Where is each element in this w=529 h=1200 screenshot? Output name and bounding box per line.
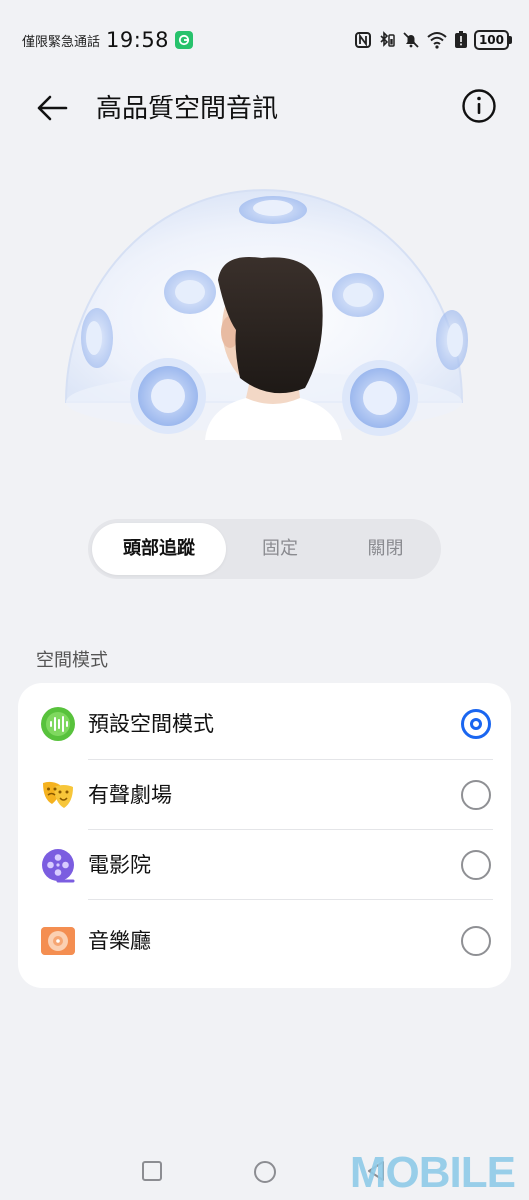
list-item-label: 預設空間模式 [88, 712, 214, 736]
spatial-mode-list: 預設空間模式 有聲劇場 電影院 音樂廳 [18, 683, 511, 988]
list-item-concert-hall[interactable]: 音樂廳 [18, 906, 511, 976]
divider [88, 899, 493, 900]
status-bar: 僅限緊急通話 19:58 100 [0, 0, 529, 80]
film-reel-icon [42, 849, 75, 883]
back-arrow-icon [37, 95, 68, 121]
radio-unselected[interactable] [461, 780, 491, 810]
list-item-cinema[interactable]: 電影院 [18, 830, 511, 900]
list-item-label: 有聲劇場 [88, 783, 172, 807]
recent-apps-button[interactable] [141, 1160, 163, 1182]
back-button[interactable] [30, 86, 74, 130]
app-bar: 高品質空間音訊 [0, 76, 529, 136]
battery-level: 100 [473, 30, 513, 50]
tab-fixed[interactable]: 固定 [226, 523, 334, 575]
radio-unselected[interactable] [461, 926, 491, 956]
clock: 19:58 [106, 28, 170, 52]
battery-alert-icon [454, 31, 467, 48]
list-item-label: 音樂廳 [88, 929, 151, 953]
soundwave-icon [41, 707, 75, 741]
nfc-icon [354, 32, 371, 48]
mute-bell-icon [403, 32, 419, 48]
info-button[interactable] [461, 88, 497, 124]
radio-selected[interactable] [461, 709, 491, 739]
head-tracking-mode-switch: 頭部追蹤 固定 關閉 [88, 519, 441, 579]
info-icon [462, 89, 496, 123]
radio-unselected[interactable] [461, 850, 491, 880]
bluetooth-battery-icon [380, 31, 395, 47]
grammarly-icon [175, 31, 194, 49]
watermark-logo: MOBILE [349, 1148, 516, 1197]
wifi-icon [427, 32, 447, 49]
carrier-text: 僅限緊急通話 [22, 34, 101, 50]
tab-off[interactable]: 關閉 [334, 523, 437, 575]
list-item-audio-theater[interactable]: 有聲劇場 [18, 760, 511, 830]
list-item-default-spatial[interactable]: 預設空間模式 [18, 689, 511, 759]
music-hall-icon [41, 927, 75, 955]
tab-head-tracking[interactable]: 頭部追蹤 [92, 523, 226, 575]
theater-masks-icon [43, 781, 73, 808]
spatial-audio-illustration [0, 140, 529, 500]
section-title: 空間模式 [36, 650, 108, 671]
home-button[interactable] [253, 1160, 277, 1184]
page-title: 高品質空間音訊 [96, 94, 279, 124]
list-item-label: 電影院 [88, 853, 151, 877]
